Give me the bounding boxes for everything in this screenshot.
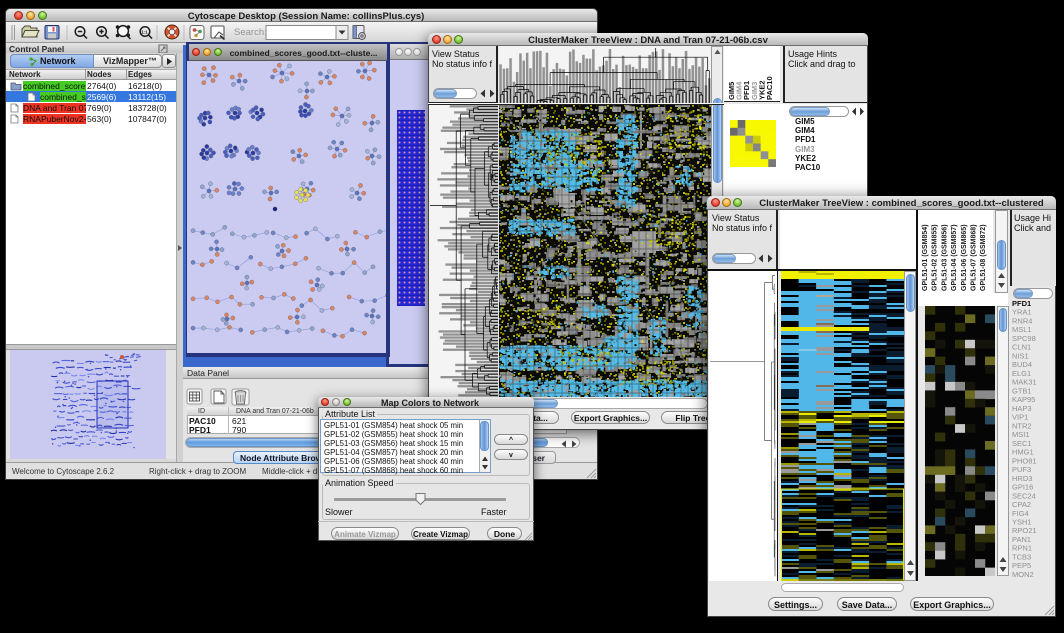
svg-text:Search:: Search: (234, 27, 267, 38)
svg-text:PAC10: PAC10 (765, 76, 774, 100)
svg-text:1:1: 1:1 (142, 30, 149, 35)
